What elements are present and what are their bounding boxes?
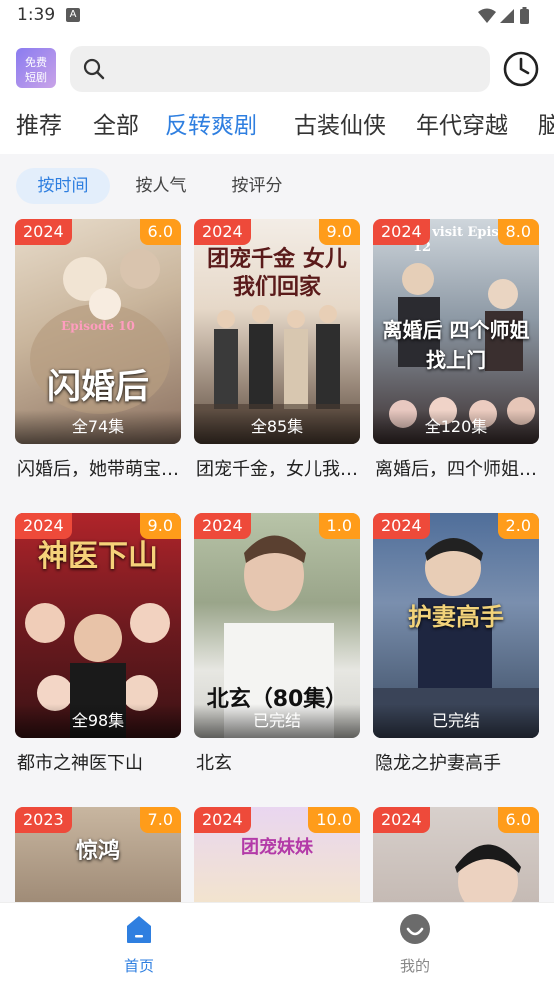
top-bar: 免费 短剧: [0, 32, 554, 110]
year-badge: 2024: [373, 807, 430, 833]
score-badge: 10.0: [308, 807, 360, 833]
svg-text:短剧: 短剧: [25, 70, 47, 84]
drama-poster[interactable]: 神医下山 2024 9.0 全98集: [15, 513, 181, 738]
svg-text:免费: 免费: [25, 55, 47, 69]
tab-all[interactable]: 全部: [93, 110, 139, 142]
score-badge: 9.0: [139, 513, 181, 539]
profile-icon: [399, 914, 431, 949]
tab-costume-fantasy[interactable]: 古装仙侠: [294, 110, 386, 142]
drama-poster[interactable]: 护妻高手 2024 2.0 已完结: [373, 513, 539, 738]
poster-subtitle: Episode 10: [61, 319, 135, 333]
year-badge: 2024: [194, 513, 251, 539]
year-badge: 2024: [194, 807, 251, 833]
tab-era-time-travel[interactable]: 年代穿越: [416, 110, 508, 142]
drama-poster[interactable]: 团宠千金 女儿我们回家 2024 9.0 全85集: [194, 219, 360, 444]
score-badge: 1.0: [318, 513, 360, 539]
status-icons: [476, 6, 536, 30]
episode-count: 全120集: [373, 410, 539, 444]
drama-title[interactable]: 都市之神医下山: [17, 749, 181, 775]
year-badge: 2024: [373, 219, 430, 245]
score-badge: 6.0: [497, 807, 539, 833]
signal-icon: [500, 9, 514, 23]
search-input[interactable]: [114, 46, 474, 92]
score-badge: 2.0: [497, 513, 539, 539]
tab-reversal-drama[interactable]: 反转爽剧: [165, 110, 257, 142]
score-badge: 6.0: [139, 219, 181, 245]
search-box[interactable]: [70, 46, 490, 92]
episode-count: 已完结: [373, 704, 539, 738]
episode-count: 全85集: [194, 410, 360, 444]
nav-profile[interactable]: 我的: [355, 913, 475, 976]
drama-title[interactable]: 隐龙之护妻高手: [375, 749, 539, 775]
history-button[interactable]: [502, 50, 540, 88]
year-badge: 2024: [373, 513, 430, 539]
nav-home-label: 首页: [123, 957, 154, 975]
score-badge: 9.0: [318, 219, 360, 245]
poster-title-text: 护妻高手: [408, 602, 504, 631]
drama-title[interactable]: 团宠千金，女儿我们回家: [196, 455, 360, 481]
year-badge: 2024: [194, 219, 251, 245]
notification-icon: A: [66, 8, 80, 22]
poster-title-text: 惊鸿: [75, 838, 120, 864]
poster-title-text: 离婚后 四个师姐 找上门: [382, 318, 530, 372]
battery-icon: [520, 9, 529, 24]
sort-by-popularity[interactable]: 按人气: [116, 168, 206, 204]
tab-recommend[interactable]: 推荐: [16, 110, 62, 142]
drama-poster[interactable]: 北玄（80集） 2024 1.0 已完结: [194, 513, 360, 738]
app-logo[interactable]: 免费 短剧: [16, 48, 56, 88]
year-badge: 2024: [15, 513, 72, 539]
score-badge: 7.0: [139, 807, 181, 833]
home-icon: [123, 916, 155, 949]
year-badge: 2024: [15, 219, 72, 245]
drama-poster[interactable]: to visit Episode 12 离婚后 四个师姐 找上门 2024 8.…: [373, 219, 539, 444]
nav-home[interactable]: 首页: [79, 913, 199, 976]
bottom-nav: 首页 我的: [0, 902, 554, 984]
tab-more[interactable]: 脑: [538, 110, 554, 142]
drama-title[interactable]: 闪婚后，她带萌宝炸翻全球: [17, 455, 181, 481]
poster-title-text: 团宠千金 女儿我们回家: [207, 246, 347, 300]
clock-icon: [502, 51, 540, 92]
status-bar: 1:39 A: [0, 0, 554, 32]
episode-count: 已完结: [194, 704, 360, 738]
category-tabs: 推荐 全部 反转爽剧 古装仙侠 年代穿越 脑: [0, 110, 554, 154]
search-icon: [82, 57, 106, 85]
sort-by-time[interactable]: 按时间: [16, 168, 110, 204]
poster-title-text: 闪婚后: [47, 367, 149, 407]
status-time: 1:39: [17, 5, 56, 25]
wifi-icon: [478, 8, 496, 23]
episode-count: 全74集: [15, 410, 181, 444]
nav-profile-label: 我的: [399, 957, 430, 975]
drama-title[interactable]: 北玄: [196, 749, 360, 775]
drama-title[interactable]: 离婚后，四个师姐找上门: [375, 455, 539, 481]
poster-title-text: 团宠妹妹: [241, 837, 313, 858]
score-badge: 8.0: [497, 219, 539, 245]
year-badge: 2023: [15, 807, 72, 833]
sort-by-rating[interactable]: 按评分: [212, 168, 302, 204]
drama-poster[interactable]: Episode 10 闪婚后 2024 6.0 全74集: [15, 219, 181, 444]
episode-count: 全98集: [15, 704, 181, 738]
